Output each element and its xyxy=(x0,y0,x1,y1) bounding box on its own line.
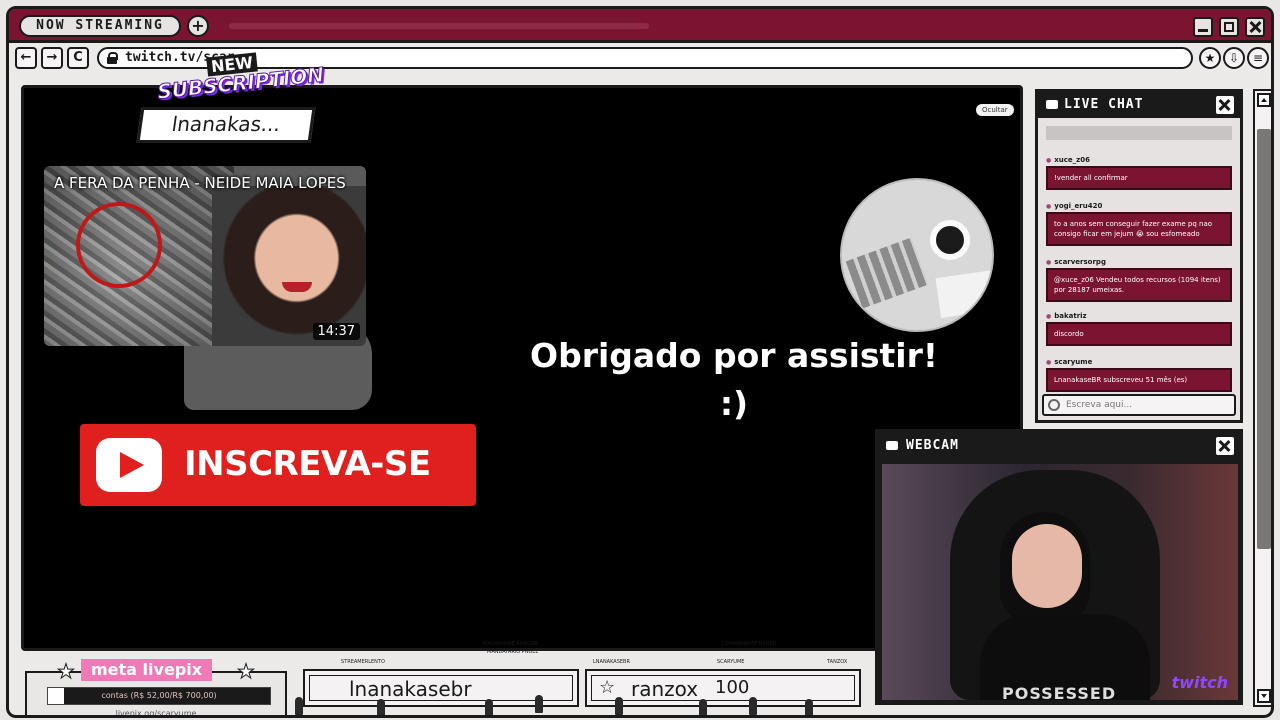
video-title: A FERA DA PENHA - NEIDE MAIA LOPES xyxy=(54,174,346,192)
chat-message: scarversorpg @xuce_z06 Vendeu todos recu… xyxy=(1046,256,1232,302)
thanks-line-2: :) xyxy=(719,384,749,423)
webcam-header: WEBCAM xyxy=(878,432,1240,460)
chat-input-placeholder: Escreva aqui... xyxy=(1066,400,1133,410)
bottom-label: MAJORDOME AURORA xyxy=(483,641,538,647)
avatar-sprite xyxy=(377,699,385,715)
page-scrollbar[interactable] xyxy=(1253,89,1271,707)
avatar-sprite xyxy=(749,697,757,715)
webcam-feed: POSSESSED twitch xyxy=(882,464,1238,700)
close-window-button[interactable] xyxy=(1245,17,1265,37)
chat-message: bakatriz discordo xyxy=(1046,310,1232,346)
avatar-sprite xyxy=(699,699,707,715)
avatar-sprite xyxy=(295,697,303,715)
chat-message: scaryume LnanakaseBR subscreveu 51 mês (… xyxy=(1046,356,1232,392)
app-window: NOW STREAMING + ← → C twitch.tv/scar ★ ⇩… xyxy=(6,6,1274,718)
chat-title: LIVE CHAT xyxy=(1064,97,1144,112)
streamer-face xyxy=(1012,524,1082,608)
hide-button[interactable]: Ocultar xyxy=(976,104,1014,116)
chat-bubble-icon xyxy=(1046,100,1058,109)
scroll-thumb[interactable] xyxy=(1257,129,1271,549)
webcam-title: WEBCAM xyxy=(906,438,959,453)
subscriber-name: lnanakas... xyxy=(136,107,316,143)
video-thumbnail[interactable]: A FERA DA PENHA - NEIDE MAIA LOPES 14:37 xyxy=(44,166,366,346)
live-chat-panel: LIVE CHAT xuce_z06 !vender all confirmar… xyxy=(1035,89,1243,423)
chat-text: discordo xyxy=(1046,322,1232,346)
coffee-cup-shape xyxy=(930,220,970,260)
bottom-label: MANDATARIO PNUEL xyxy=(487,649,539,655)
scroll-down-button[interactable] xyxy=(1257,689,1271,703)
avatar-sprite xyxy=(805,699,813,715)
stream-view: Ocultar A FERA DA PENHA - NEIDE MAIA LOP… xyxy=(21,85,1023,651)
viewer-count: 100 xyxy=(715,677,750,698)
title-bar: NOW STREAMING + xyxy=(9,9,1271,43)
lock-icon xyxy=(107,52,118,64)
bottom-label: TANZOX xyxy=(827,659,848,665)
new-tab-button[interactable]: + xyxy=(187,15,209,37)
camera-icon xyxy=(886,441,898,450)
highlight-circle xyxy=(76,202,162,288)
goal-title: meta livepix xyxy=(81,659,213,681)
chat-message: xuce_z06 !vender all confirmar xyxy=(1046,154,1232,190)
chat-text: LnanakaseBR subscreveu 51 mês (es) xyxy=(1046,368,1232,392)
emoji-icon[interactable] xyxy=(1048,399,1060,411)
viewer-name: lnanakasebr xyxy=(349,677,472,701)
video-duration: 14:37 xyxy=(312,323,360,340)
chat-message: yogi_eru420 to a anos sem conseguir faze… xyxy=(1046,200,1232,246)
avatar-sprite xyxy=(615,697,623,715)
subscribe-label: INSCREVA-SE xyxy=(184,444,431,484)
chat-scroll-indicator xyxy=(1046,126,1232,140)
webcam-panel: WEBCAM POSSESSED twitch xyxy=(875,429,1243,705)
chat-close-button[interactable] xyxy=(1216,96,1234,114)
chat-username: scarversorpg xyxy=(1046,256,1232,268)
goal-progress-text: contas (R$ 52,00/R$ 700,00) xyxy=(101,691,217,700)
avatar-sprite xyxy=(485,699,493,715)
chat-username: scaryume xyxy=(1046,356,1232,368)
scroll-up-button[interactable] xyxy=(1257,93,1271,107)
chat-header: LIVE CHAT xyxy=(1038,92,1240,118)
chat-username: bakatriz xyxy=(1046,310,1232,322)
reload-button[interactable]: C xyxy=(67,47,89,69)
youtube-play-icon xyxy=(96,438,162,492)
desk-cam xyxy=(840,178,994,332)
star-icon[interactable]: ★ xyxy=(1199,47,1221,69)
bottom-label: LNANAKASEBR xyxy=(593,659,630,665)
chat-text: @xuce_z06 Vendeu todos recursos (1094 it… xyxy=(1046,268,1232,302)
title-placeholder xyxy=(229,23,649,29)
shirt-print: POSSESSED xyxy=(1002,684,1117,700)
chat-username: xuce_z06 xyxy=(1046,154,1232,166)
now-streaming-badge: NOW STREAMING xyxy=(19,15,181,37)
chat-text: !vender all confirmar xyxy=(1046,166,1232,190)
back-button[interactable]: ← xyxy=(15,47,37,69)
chat-username: yogi_eru420 xyxy=(1046,200,1232,212)
maximize-button[interactable] xyxy=(1219,17,1239,37)
paper-shape xyxy=(935,270,992,318)
viewer-box-2: ☆ ranzox 100 xyxy=(585,669,861,707)
thanks-message: Obrigado por assistir! :) xyxy=(464,332,1004,428)
portrait-photo xyxy=(212,186,366,346)
avatar-sprite xyxy=(535,695,543,713)
chat-text: to a anos sem conseguir fazer exame pq n… xyxy=(1046,212,1232,246)
chat-input[interactable]: Escreva aqui... xyxy=(1042,394,1236,416)
thanks-line-1: Obrigado por assistir! xyxy=(530,336,938,375)
subscribe-banner: INSCREVA-SE xyxy=(80,424,476,506)
bottom-label: COMANDANTE NADER xyxy=(721,641,777,647)
bottom-label: STREAMERLENTO xyxy=(341,659,385,665)
goal-url[interactable]: livepix.gg/scaryume xyxy=(27,709,285,715)
twitch-logo: twitch xyxy=(1171,673,1228,692)
star-icon: ★ xyxy=(237,659,256,684)
download-icon[interactable]: ⇩ xyxy=(1223,47,1245,69)
minimize-button[interactable] xyxy=(1193,17,1213,37)
goal-progress-bar: contas (R$ 52,00/R$ 700,00) xyxy=(47,687,271,705)
menu-icon[interactable]: ≡ xyxy=(1247,47,1269,69)
webcam-close-button[interactable] xyxy=(1216,437,1234,455)
forward-button[interactable]: → xyxy=(41,47,63,69)
keyboard-shape xyxy=(845,237,929,309)
star-icon: ★ xyxy=(57,659,76,684)
subscription-alert: NEW SUBSCRIPTION lnanakas... xyxy=(136,52,326,147)
star-icon: ☆ xyxy=(599,677,616,698)
livepix-goal: ★ meta livepix ★ contas (R$ 52,00/R$ 700… xyxy=(25,659,287,715)
viewer-name: ranzox xyxy=(631,677,699,701)
bottom-label: SCARYUME xyxy=(717,659,745,665)
